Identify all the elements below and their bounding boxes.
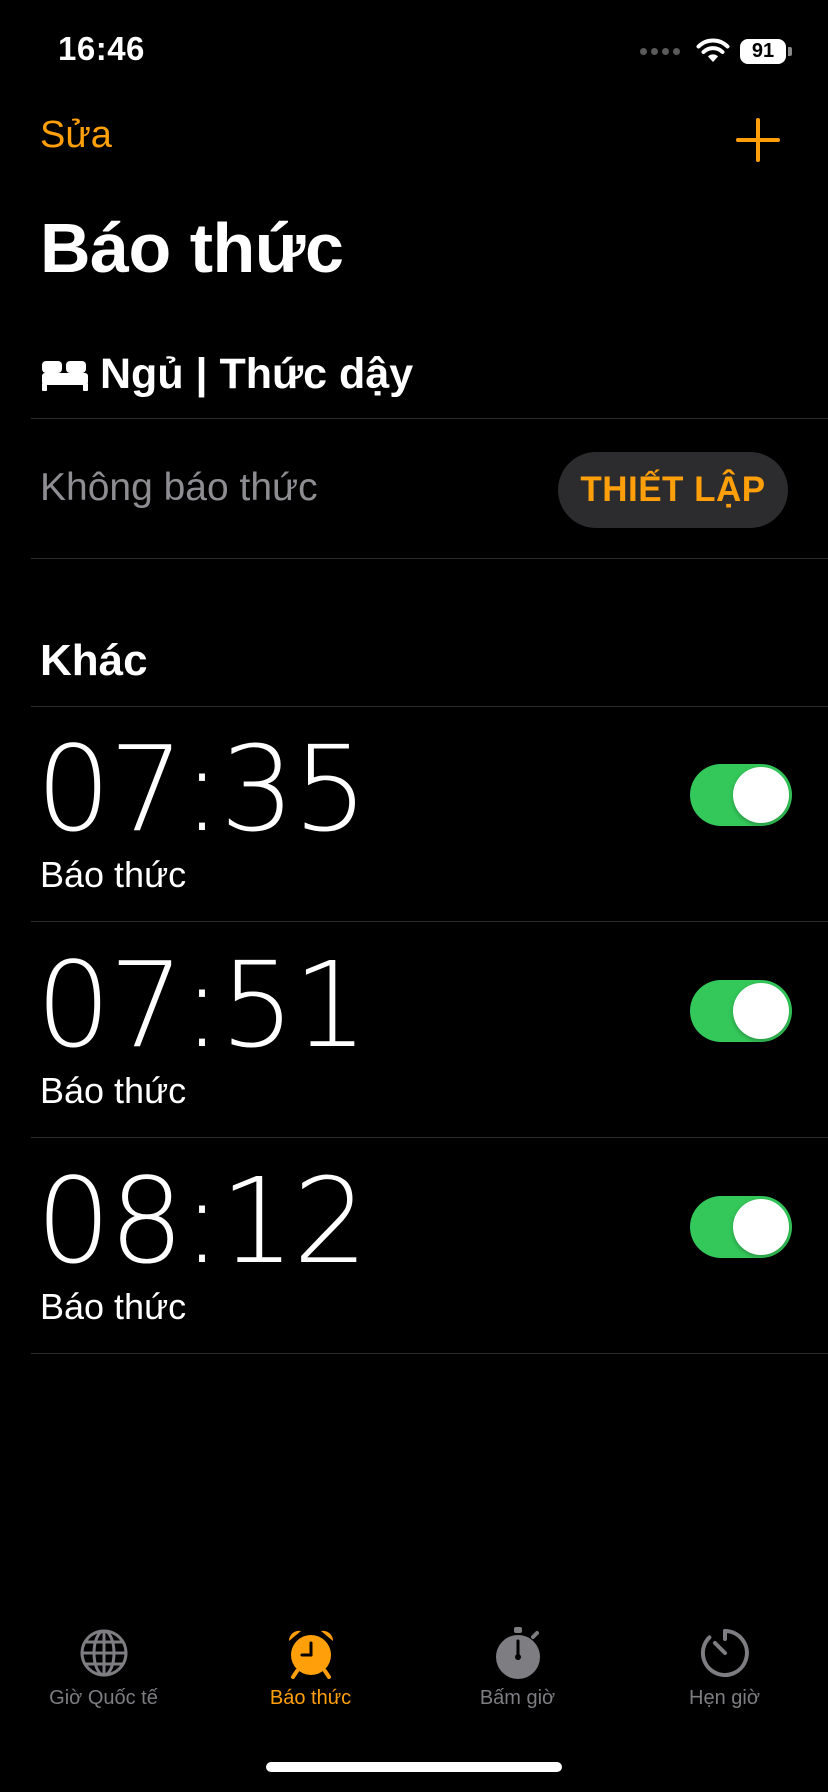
sleep-section-title: Ngủ | Thức dậy [100,350,414,398]
divider [31,1137,828,1138]
alarm-clock-icon [288,1630,333,1679]
wifi-icon [696,38,730,62]
tab-label: Giờ Quốc tế [49,1687,158,1709]
alarm-label: Báo thức [40,854,187,895]
alarm-label: Báo thức [40,1070,187,1111]
timer-icon [700,1629,749,1677]
tab-world-clock[interactable]: Giờ Quốc tế [0,1625,207,1735]
status-indicators: 91 [640,34,792,68]
alarm-label: Báo thức [40,1286,187,1327]
tab-label: Bấm giờ [479,1687,556,1709]
tab-alarm[interactable]: Báo thức [207,1625,414,1735]
status-time: 16:46 [58,30,145,67]
edit-button[interactable]: Sửa [40,114,112,157]
plus-icon[interactable] [734,116,782,164]
divider [31,706,828,707]
battery-level: 91 [740,38,786,64]
no-alarm-label: Không báo thức [40,466,318,509]
alarm-toggle[interactable] [690,1196,792,1258]
alarm-toggle[interactable] [690,764,792,826]
page-title: Báo thức [40,209,344,287]
tab-bar: Giờ Quốc tế Báo thức Bấm giờ Hẹn giờ [0,1625,828,1735]
cellular-signal-icon [640,47,680,55]
divider [31,418,828,419]
alarm-time[interactable]: 07:51 [36,936,368,1074]
divider [31,1353,828,1354]
home-indicator[interactable] [266,1762,562,1772]
tab-label: Báo thức [269,1687,352,1709]
sleep-section-header: Ngủ | Thức dậy [40,350,413,399]
setup-button[interactable]: THIẾT LẬP [558,452,788,528]
tab-timer[interactable]: Hẹn giờ [621,1625,828,1735]
alarm-time[interactable]: 08:12 [36,1152,368,1290]
divider [31,558,828,559]
other-section-header: Khác [40,636,148,685]
alarm-time[interactable]: 07:35 [36,720,368,858]
stopwatch-icon [495,1627,540,1679]
globe-icon [80,1629,127,1677]
bed-icon [42,360,88,391]
tab-stopwatch[interactable]: Bấm giờ [414,1625,621,1735]
battery-icon: 91 [740,38,792,64]
tab-label: Hẹn giờ [689,1687,760,1709]
alarm-toggle[interactable] [690,980,792,1042]
divider [31,921,828,922]
